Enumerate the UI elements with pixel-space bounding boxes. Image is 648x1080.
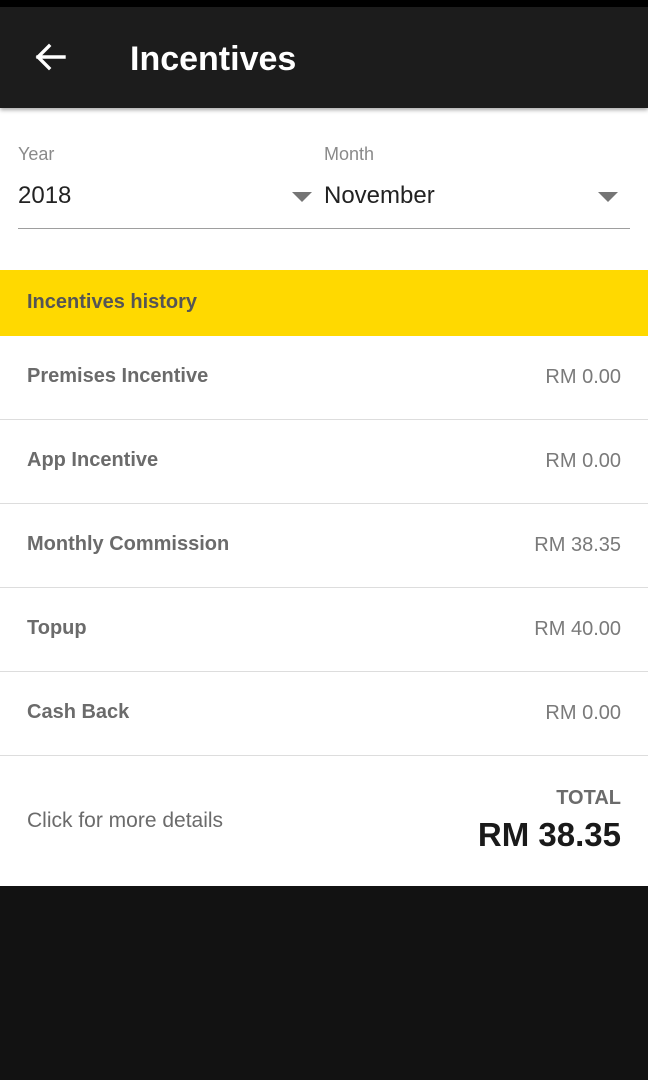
app-bar: Incentives bbox=[0, 7, 648, 108]
incentives-list: Premises Incentive RM 0.00 App Incentive… bbox=[0, 336, 648, 756]
incentive-label: Topup bbox=[27, 617, 87, 639]
history-header: Incentives history bbox=[0, 270, 648, 336]
incentive-amount: RM 40.00 bbox=[534, 618, 621, 640]
month-dropdown[interactable]: Month November bbox=[324, 144, 630, 228]
incentive-row-app: App Incentive RM 0.00 bbox=[0, 420, 648, 504]
incentive-label: Monthly Commission bbox=[27, 533, 230, 555]
year-dropdown[interactable]: Year 2018 bbox=[18, 144, 314, 228]
incentive-row-cash-back: Cash Back RM 0.00 bbox=[0, 672, 648, 756]
total-label: TOTAL bbox=[556, 787, 621, 809]
more-details-link: Click for more details bbox=[27, 809, 224, 832]
incentive-amount: RM 0.00 bbox=[545, 366, 621, 388]
month-label: Month bbox=[324, 144, 375, 164]
back-button[interactable] bbox=[24, 33, 76, 81]
incentive-row-premises: Premises Incentive RM 0.00 bbox=[0, 336, 648, 420]
more-details-button[interactable]: Click for more details TOTAL RM 38.35 bbox=[0, 756, 648, 886]
incentive-amount: RM 0.00 bbox=[545, 702, 621, 724]
filter-divider bbox=[18, 228, 630, 229]
incentive-amount: RM 0.00 bbox=[545, 450, 621, 472]
incentive-row-topup: Topup RM 40.00 bbox=[0, 588, 648, 672]
incentive-amount: RM 38.35 bbox=[534, 534, 621, 556]
year-label: Year bbox=[18, 144, 55, 164]
incentive-label: App Incentive bbox=[27, 449, 159, 471]
incentive-row-monthly-commission: Monthly Commission RM 38.35 bbox=[0, 504, 648, 588]
total-amount: RM 38.35 bbox=[477, 816, 621, 853]
year-value: 2018 bbox=[18, 182, 72, 209]
arrow-left-icon bbox=[35, 43, 66, 71]
status-bar bbox=[0, 0, 648, 7]
chevron-down-icon bbox=[598, 192, 618, 202]
incentive-label: Cash Back bbox=[27, 701, 130, 723]
chevron-down-icon bbox=[292, 192, 312, 202]
history-header-label: Incentives history bbox=[27, 291, 198, 313]
incentive-label: Premises Incentive bbox=[27, 365, 209, 387]
month-value: November bbox=[324, 182, 435, 209]
incentives-sheet: Year 2018 Month November Incentives hist… bbox=[0, 108, 648, 886]
page-title: Incentives bbox=[130, 40, 297, 78]
